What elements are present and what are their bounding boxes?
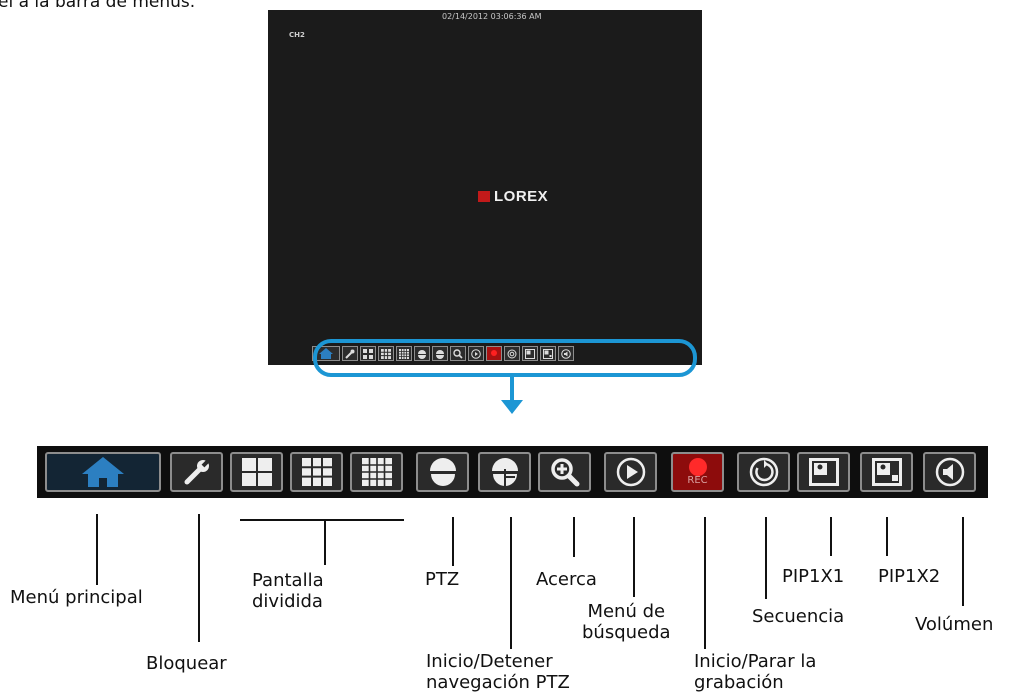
wrench-icon xyxy=(183,458,211,486)
callout-line-bloquear xyxy=(198,514,200,642)
label-pip1x2: PIP1X2 xyxy=(878,566,941,587)
sequence-icon xyxy=(749,457,779,487)
label-pantalla-dividida: Pantalla dividida xyxy=(252,570,324,612)
label-busqueda-line1: Menú de xyxy=(587,601,666,622)
split-16-icon xyxy=(361,458,392,486)
arrow-shaft xyxy=(510,377,514,401)
sequence-button[interactable] xyxy=(737,452,790,492)
callout-line-acerca xyxy=(573,517,575,557)
record-toggle-button[interactable]: REC xyxy=(671,452,724,492)
search-menu-button[interactable] xyxy=(604,452,657,492)
pip-1x2-button[interactable] xyxy=(860,452,913,492)
volume-button[interactable] xyxy=(923,452,976,492)
callout-line-secuencia xyxy=(765,517,767,599)
callout-line-grabacion xyxy=(704,517,706,649)
ptz-navigation-icon xyxy=(490,457,520,487)
label-menu-principal: Menú principal xyxy=(10,587,143,608)
toolbar-highlight-ring xyxy=(313,339,697,377)
play-icon xyxy=(616,457,646,487)
split-4-button[interactable] xyxy=(230,452,283,492)
home-icon xyxy=(82,457,124,487)
label-ptz-nav-line2: navegación PTZ xyxy=(426,672,570,693)
dvr-monitor-screen: 02/14/2012 03:06:36 AM CH2 LOREX xyxy=(268,10,702,365)
split-16-button[interactable] xyxy=(350,452,403,492)
label-acerca: Acerca xyxy=(536,569,597,590)
callout-line-busqueda xyxy=(633,517,635,597)
label-ptz-navigation: Inicio/Detener navegación PTZ xyxy=(426,651,570,693)
label-bloquear: Bloquear xyxy=(146,653,227,674)
logo-text: LOREX xyxy=(494,188,549,205)
split-9-icon xyxy=(301,458,332,486)
callout-line-volumen xyxy=(962,517,964,606)
callout-line-ptz-nav xyxy=(510,517,512,649)
ptz-navigation-button[interactable] xyxy=(478,452,531,492)
label-ptz-nav-line1: Inicio/Detener xyxy=(426,651,553,672)
split-9-button[interactable] xyxy=(290,452,343,492)
label-record-toggle: Inicio/Parar la grabación xyxy=(694,651,816,693)
caption-text: el a la barra de menus. xyxy=(0,0,196,12)
label-secuencia: Secuencia xyxy=(752,606,845,627)
label-pantalla-line2: dividida xyxy=(252,591,323,612)
zoom-icon xyxy=(550,457,580,487)
ptz-camera-icon xyxy=(428,457,458,487)
label-grabacion-line2: grabación xyxy=(694,672,784,693)
label-ptz: PTZ xyxy=(425,569,460,590)
timestamp: 02/14/2012 03:06:36 AM xyxy=(442,12,542,21)
split-4-icon xyxy=(241,458,272,486)
callout-line-menu-principal xyxy=(96,514,98,585)
label-menu-busqueda: Menú de búsqueda xyxy=(582,601,671,643)
logo-mark-icon xyxy=(478,191,490,202)
channel-label: CH2 xyxy=(289,31,305,39)
label-pantalla-line1: Pantalla xyxy=(252,570,324,591)
ptz-button[interactable] xyxy=(416,452,469,492)
menu-toolbar: REC xyxy=(37,446,988,498)
label-pip1x1: PIP1X1 xyxy=(782,566,845,587)
pip-1x1-icon xyxy=(808,458,839,486)
zoom-button[interactable] xyxy=(538,452,591,492)
rec-label: REC xyxy=(687,475,708,486)
label-grabacion-line1: Inicio/Parar la xyxy=(694,651,817,672)
lock-button[interactable] xyxy=(170,452,223,492)
home-button[interactable] xyxy=(45,452,161,492)
callout-bracket-pantalla xyxy=(240,519,404,521)
callout-line-ptz xyxy=(452,517,454,566)
lorex-logo: LOREX xyxy=(478,188,548,205)
pip-1x1-button[interactable] xyxy=(797,452,850,492)
volume-icon xyxy=(935,457,965,487)
callout-line-pip1x1 xyxy=(830,517,832,556)
callout-line-pantalla xyxy=(324,519,326,565)
pip-1x2-icon xyxy=(871,458,902,486)
arrow-down-icon xyxy=(501,400,523,414)
label-volumen: Volúmen xyxy=(915,614,994,635)
label-busqueda-line2: búsqueda xyxy=(582,622,671,643)
record-icon: REC xyxy=(686,458,710,486)
callout-line-pip1x2 xyxy=(886,517,888,556)
